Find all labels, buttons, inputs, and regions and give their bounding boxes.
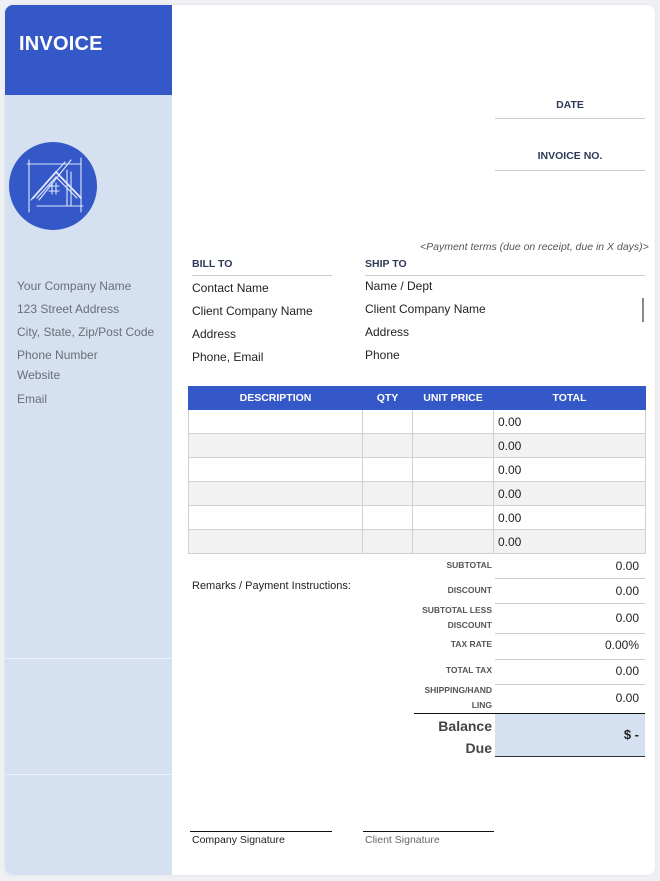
company-phone[interactable]: Phone Number xyxy=(17,348,98,362)
item-qty[interactable] xyxy=(362,529,413,554)
subtotal-less-discount-label: SUBTOTAL LESS DISCOUNT xyxy=(422,603,492,633)
company-street[interactable]: 123 Street Address xyxy=(17,302,119,316)
item-unit-price[interactable] xyxy=(412,409,494,434)
item-description[interactable] xyxy=(188,481,363,506)
invoice-title: INVOICE xyxy=(19,33,103,55)
client-signature-line[interactable] xyxy=(363,831,494,832)
company-signature-label: Company Signature xyxy=(192,834,285,846)
sidebar: INVOICE Your Company Name 123 Street Add… xyxy=(5,5,172,875)
item-qty[interactable] xyxy=(362,433,413,458)
totals-divider xyxy=(495,633,645,634)
item-description[interactable] xyxy=(188,433,363,458)
ship-to-name[interactable]: Name / Dept xyxy=(365,279,432,293)
invoice-page: INVOICE Your Company Name 123 Street Add… xyxy=(5,5,655,875)
total-tax-value: 0.00 xyxy=(615,664,639,678)
bill-to-company[interactable]: Client Company Name xyxy=(192,304,313,318)
ship-to-address[interactable]: Address xyxy=(365,325,409,339)
totals-divider xyxy=(495,603,645,604)
bill-to-label: BILL TO xyxy=(192,258,233,270)
bill-to-address[interactable]: Address xyxy=(192,327,236,341)
house-blueprint-icon[interactable] xyxy=(9,142,97,230)
item-total: 0.00 xyxy=(493,481,646,506)
item-qty[interactable] xyxy=(362,481,413,506)
label-line: Balance xyxy=(438,718,492,734)
company-website[interactable]: Website xyxy=(17,368,60,382)
payment-terms[interactable]: <Payment terms (due on receipt, due in X… xyxy=(420,241,649,253)
company-email[interactable]: Email xyxy=(17,392,47,406)
item-unit-price[interactable] xyxy=(412,457,494,482)
item-unit-price[interactable] xyxy=(412,529,494,554)
text-cursor xyxy=(642,298,644,322)
col-qty: QTY xyxy=(362,386,413,410)
items-header-row: DESCRIPTION QTY UNIT PRICE TOTAL xyxy=(188,386,646,410)
item-unit-price[interactable] xyxy=(412,433,494,458)
invoice-no-field[interactable] xyxy=(495,170,645,171)
ship-to-company[interactable]: Client Company Name xyxy=(365,302,486,316)
balance-due-value: $ - xyxy=(623,727,639,742)
item-description[interactable] xyxy=(188,505,363,530)
item-qty[interactable] xyxy=(362,457,413,482)
item-total: 0.00 xyxy=(493,457,646,482)
shipping-label: SHIPPING/HAND LING xyxy=(424,683,492,713)
bill-to-divider xyxy=(192,275,332,276)
tax-rate-value[interactable]: 0.00% xyxy=(605,638,639,652)
col-unit-price: UNIT PRICE xyxy=(412,386,494,410)
discount-label: DISCOUNT xyxy=(447,585,492,595)
company-city[interactable]: City, State, Zip/Post Code xyxy=(17,325,154,339)
date-label: DATE xyxy=(556,99,584,111)
item-total: 0.00 xyxy=(493,529,646,554)
items-table: DESCRIPTION QTY UNIT PRICE TOTAL 0.00 0.… xyxy=(188,386,646,554)
table-row: 0.00 xyxy=(188,505,646,530)
remarks-label[interactable]: Remarks / Payment Instructions: xyxy=(192,580,351,592)
item-total: 0.00 xyxy=(493,505,646,530)
balance-due-box xyxy=(495,714,645,757)
bill-to-contact[interactable]: Contact Name xyxy=(192,281,269,295)
subtotal-less-discount-value: 0.00 xyxy=(615,611,639,625)
subtotal-value: 0.00 xyxy=(615,559,639,573)
totals-divider xyxy=(495,684,645,685)
table-row: 0.00 xyxy=(188,529,646,554)
table-row: 0.00 xyxy=(188,481,646,506)
company-name[interactable]: Your Company Name xyxy=(17,279,131,293)
item-unit-price[interactable] xyxy=(412,505,494,530)
ship-to-phone[interactable]: Phone xyxy=(365,348,400,362)
totals-divider xyxy=(495,659,645,660)
bill-to-phone-email[interactable]: Phone, Email xyxy=(192,350,263,364)
table-row: 0.00 xyxy=(188,457,646,482)
totals-divider xyxy=(495,578,645,579)
item-unit-price[interactable] xyxy=(412,481,494,506)
table-row: 0.00 xyxy=(188,433,646,458)
label-line: Due xyxy=(465,740,492,756)
label-line: SUBTOTAL LESS xyxy=(422,605,492,615)
item-description[interactable] xyxy=(188,409,363,434)
item-qty[interactable] xyxy=(362,409,413,434)
client-signature-label: Client Signature xyxy=(365,834,440,846)
ship-to-label: SHIP TO xyxy=(365,258,407,270)
sidebar-header: INVOICE xyxy=(5,5,172,95)
table-row: 0.00 xyxy=(188,409,646,434)
ship-to-divider xyxy=(365,275,645,276)
shipping-value[interactable]: 0.00 xyxy=(616,691,639,705)
company-signature-line[interactable] xyxy=(190,831,332,832)
sidebar-divider xyxy=(5,774,172,775)
item-description[interactable] xyxy=(188,529,363,554)
item-qty[interactable] xyxy=(362,505,413,530)
total-tax-label: TOTAL TAX xyxy=(445,665,492,675)
subtotal-label: SUBTOTAL xyxy=(446,560,493,570)
item-total: 0.00 xyxy=(493,409,646,434)
sidebar-divider xyxy=(5,658,172,659)
item-description[interactable] xyxy=(188,457,363,482)
discount-value[interactable]: 0.00 xyxy=(616,584,639,598)
col-total: TOTAL xyxy=(493,386,646,410)
col-description: DESCRIPTION xyxy=(188,386,363,410)
tax-rate-label: TAX RATE xyxy=(450,639,492,649)
balance-due-label: Balance Due xyxy=(438,715,492,759)
label-line: DISCOUNT xyxy=(447,620,492,630)
label-line: SHIPPING/HAND xyxy=(424,685,492,695)
date-field[interactable] xyxy=(495,118,645,119)
item-total: 0.00 xyxy=(493,433,646,458)
invoice-no-label: INVOICE NO. xyxy=(537,150,603,162)
label-line: LING xyxy=(471,700,492,710)
